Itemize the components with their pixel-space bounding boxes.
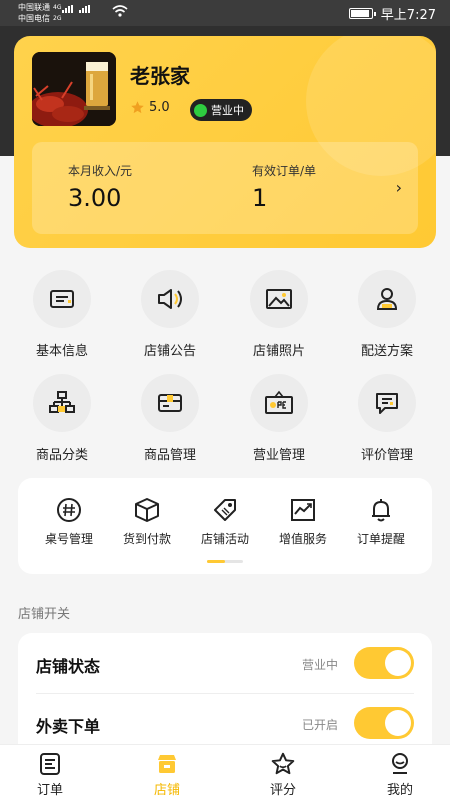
tool-table-number[interactable]: 桌号管理 [30,496,108,547]
store-name: 老张家 [130,64,190,88]
tool-label: 桌号管理 [44,532,93,546]
signal-group [62,5,90,13]
hierarchy-icon [33,374,91,432]
takeout-toggle[interactable] [354,707,414,739]
image-icon [250,270,308,328]
nav-label: 店铺 [153,783,180,798]
nav-label: 订单 [36,783,63,798]
orders-label: 有效订单/单 [252,164,317,178]
grid-item-review-manage[interactable]: 评价管理 [339,374,435,464]
tool-store-activity[interactable]: 店铺活动 [186,496,264,547]
tag-icon [211,496,239,524]
grid-label: 商品分类 [35,448,88,463]
income-label: 本月收入/元 [68,164,133,178]
nav-item-rating[interactable]: 评分 [253,751,313,798]
status-dot-icon [194,103,207,117]
carrier-2: 中国电信 [18,14,50,23]
switch-state: 营业中 [301,658,338,672]
tool-value-added[interactable]: 增值服务 [264,496,342,547]
wifi-icon [112,4,128,18]
tool-cash-on-delivery[interactable]: 货到付款 [108,496,186,547]
switch-state: 已开启 [301,718,338,732]
order-icon [37,751,63,777]
chevron-right-icon[interactable]: › [396,178,402,197]
star-icon [270,751,296,777]
page-indicator [207,560,243,563]
bell-icon [367,496,395,524]
section-title: 店铺开关 [18,607,71,622]
grid-label: 店铺公告 [143,344,196,359]
signal-icon [79,5,90,13]
delivery-person-icon [358,270,416,328]
store-icon [154,751,180,777]
bottom-nav: 订单 店铺 评分 我的 [0,744,450,800]
nav-label: 评分 [269,783,296,798]
nav-item-store[interactable]: 店铺 [137,751,197,798]
chart-icon [289,496,317,524]
clock: 早上7:27 [380,8,436,23]
store-photo [32,52,116,126]
store-stats[interactable]: 本月收入/元 3.00 有效订单/单 1 › [32,142,418,234]
grid-label: 配送方案 [360,344,413,359]
battery-icon [348,8,376,19]
signal-icon [62,5,73,13]
tools-card: 桌号管理 货到付款 店铺活动 增值服务 订单提醒 [18,478,432,574]
id-card-icon [33,270,91,328]
carrier-2-network: 2G [53,15,62,22]
carrier-info: 中国联通 4G 中国电信 2G [18,2,61,24]
store-card[interactable]: 老张家 5.0 营业中 本月收入/元 3.00 有效订单/单 1 › [14,36,436,248]
grid-item-category[interactable]: 商品分类 [14,374,110,464]
speaker-icon [141,270,199,328]
switch-row-store-status: 店铺状态 营业中 [18,633,432,694]
grid-item-store-photos[interactable]: 店铺照片 [231,270,327,360]
nav-label: 我的 [386,783,413,798]
tool-label: 店铺活动 [200,532,249,546]
hash-icon [55,496,83,524]
box-icon [133,496,161,524]
store-rating: 5.0 [130,100,170,115]
tool-label: 增值服务 [278,532,327,546]
rating-value: 5.0 [149,100,170,115]
grid-label: 基本信息 [35,344,88,359]
nav-item-orders[interactable]: 订单 [20,751,80,798]
orders-value: 1 [252,184,268,212]
grid-item-product-manage[interactable]: 商品管理 [122,374,218,464]
grid-item-delivery-plan[interactable]: 配送方案 [339,270,435,360]
tool-order-reminder[interactable]: 订单提醒 [342,496,420,547]
profile-icon [387,751,413,777]
switch-label: 外卖下单 [36,717,101,736]
store-status-badge: 营业中 [190,99,252,121]
grid-label: 评价管理 [360,448,413,463]
tool-label: 货到付款 [122,532,171,546]
grid-label: 商品管理 [143,448,196,463]
grid-item-announcement[interactable]: 店铺公告 [122,270,218,360]
card-icon [141,374,199,432]
store-status-toggle[interactable] [354,647,414,679]
carrier-1: 中国联通 [18,3,50,12]
switch-label: 店铺状态 [36,657,101,676]
open-sign-icon [250,374,308,432]
star-icon [130,100,145,115]
grid-label: 营业管理 [252,448,305,463]
comment-icon [358,374,416,432]
income-value: 3.00 [68,184,122,212]
nav-item-profile[interactable]: 我的 [370,751,430,798]
tool-label: 订单提醒 [356,532,405,546]
carrier-1-network: 4G [53,4,62,11]
status-bar: 中国联通 4G 中国电信 2G 早上7:27 [0,0,450,26]
grid-item-basic-info[interactable]: 基本信息 [14,270,110,360]
store-status-text: 营业中 [211,104,244,117]
grid-label: 店铺照片 [252,344,305,359]
grid-item-business-manage[interactable]: 营业管理 [231,374,327,464]
